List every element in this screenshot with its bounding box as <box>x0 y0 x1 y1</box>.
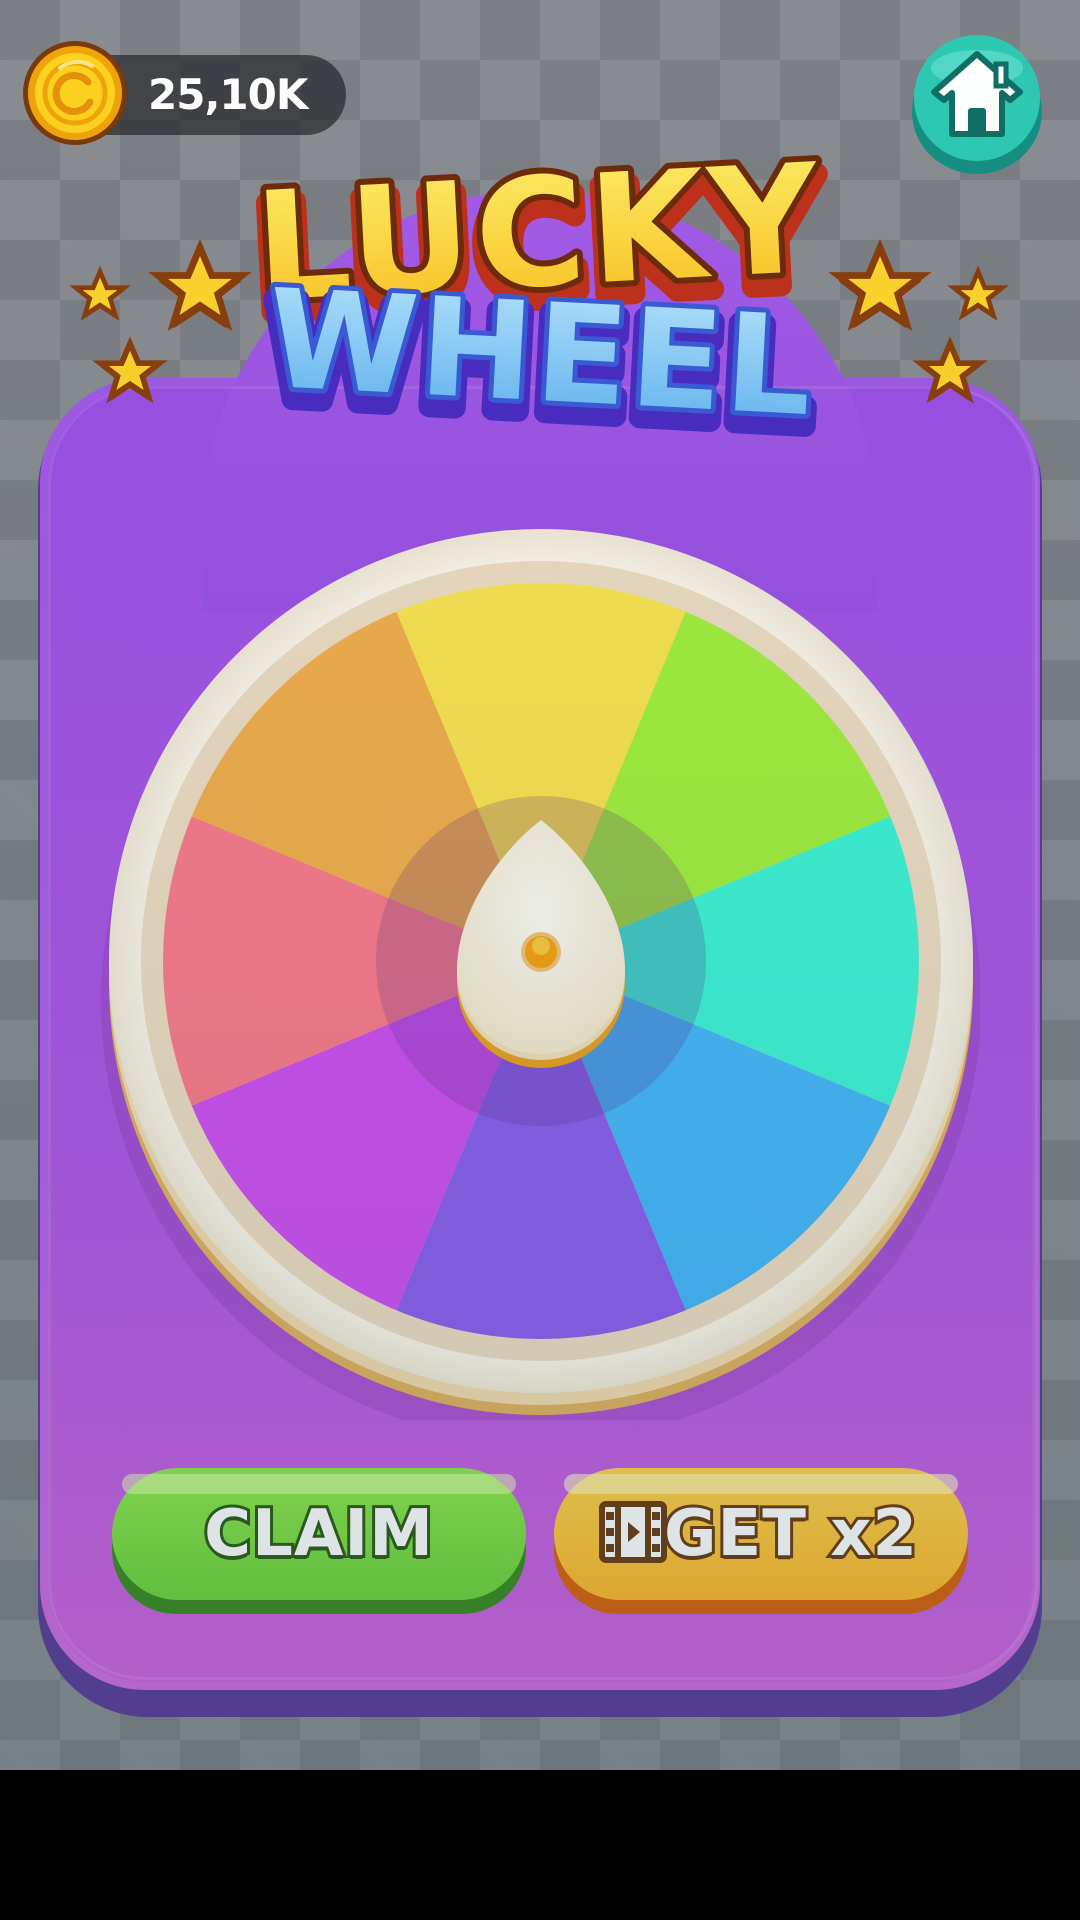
star-icon <box>954 272 1002 319</box>
star-icon <box>921 344 980 401</box>
star-icon <box>101 344 160 401</box>
game-screen: 25,10K LUCKY LUCKY WHEEL WHEEL CLAIM GET… <box>0 0 1080 1770</box>
star-icon <box>76 272 124 319</box>
lucky-wheel[interactable] <box>100 520 980 1420</box>
claim-button[interactable]: CLAIM <box>112 1468 526 1616</box>
lucky-wheel-title: LUCKY LUCKY WHEEL WHEEL <box>40 140 1040 470</box>
claim-button-label: CLAIM <box>201 1494 436 1574</box>
star-icon <box>158 248 242 329</box>
get-x2-button-label: GET x2 <box>661 1494 920 1574</box>
get-x2-button[interactable]: GET x2 <box>554 1468 968 1616</box>
bottom-black-bar <box>0 1770 1080 1920</box>
title-line2: WHEEL <box>264 261 818 447</box>
gold-coin-icon <box>23 41 127 145</box>
star-icon <box>838 248 922 329</box>
coin-balance: 25,10K <box>148 70 308 119</box>
